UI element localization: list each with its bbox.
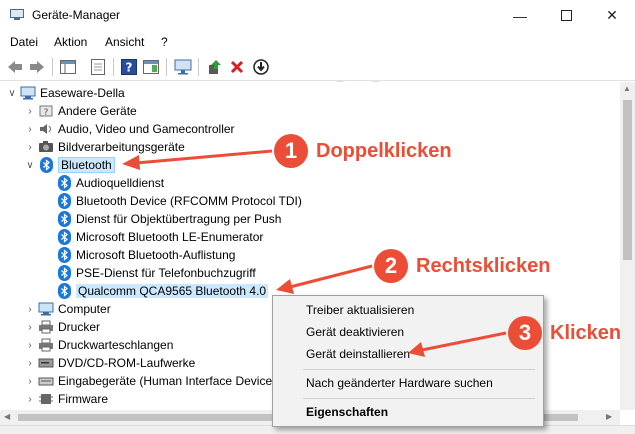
- step-label: Doppelklicken: [316, 139, 452, 162]
- step-label: Rechtsklicken: [416, 254, 551, 277]
- step-number-badge: 1: [274, 134, 308, 168]
- annotation-arrows: [122, 149, 507, 357]
- annotation-step-1: 1 Doppelklicken: [274, 134, 452, 168]
- step-number-badge: 2: [374, 249, 408, 283]
- arrow-1: [122, 149, 273, 170]
- step-label: Klicken: [550, 321, 622, 344]
- annotation-step-2: 2 Rechtsklicken: [374, 249, 551, 283]
- step-number-badge: 3: [508, 316, 542, 350]
- annotation-step-3: 3 Klicken: [508, 316, 621, 350]
- arrow-2: [276, 264, 373, 294]
- arrow-3: [408, 331, 507, 357]
